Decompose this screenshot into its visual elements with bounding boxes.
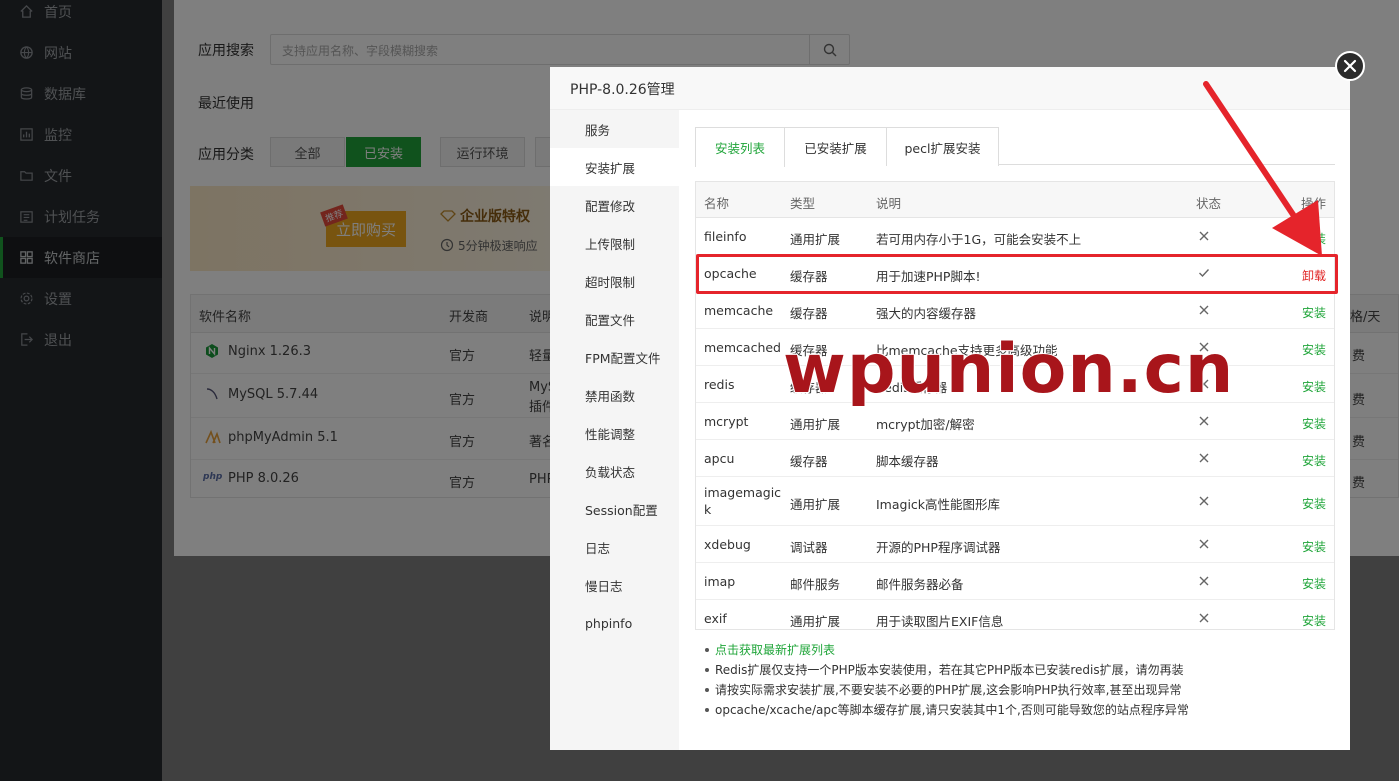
modal-nav: 服务 安装扩展 配置修改 上传限制 超时限制 配置文件 FPM配置文件 禁用函数… (550, 110, 679, 750)
ext-desc: 强大的内容缓存器 (876, 306, 977, 321)
ext-type: 通用扩展 (790, 497, 841, 512)
not-installed-icon (1199, 496, 1209, 506)
ext-desc: Imagick高性能图形库 (876, 497, 1001, 512)
watermark-text: wpunion.cn (782, 329, 1235, 410)
annotation-arrow-icon (1203, 81, 1322, 256)
table-row: xdebug 调试器 开源的PHP程序调试器 安装 (696, 526, 1334, 563)
table-row: imagemagic k 通用扩展 Imagick高性能图形库 安装 (696, 477, 1334, 526)
ext-type: 缓存器 (790, 306, 828, 321)
install-button[interactable]: 安装 (1302, 538, 1326, 555)
nav-item-config-edit[interactable]: 配置修改 (550, 186, 679, 224)
nav-item-service[interactable]: 服务 (550, 110, 679, 148)
nav-item-phpinfo[interactable]: phpinfo (550, 604, 679, 642)
install-button[interactable]: 安装 (1302, 495, 1326, 512)
col-type: 类型 (790, 196, 816, 211)
ext-name: exif (704, 611, 727, 626)
ext-type: 邮件服务 (790, 577, 841, 592)
install-button[interactable]: 安装 (1302, 341, 1326, 358)
ext-desc: 开源的PHP程序调试器 (876, 540, 1001, 555)
nav-item-load-status[interactable]: 负载状态 (550, 452, 679, 490)
install-button[interactable]: 安装 (1302, 304, 1326, 321)
not-installed-icon (1199, 576, 1209, 586)
ext-name-2: k (704, 502, 712, 517)
tab-pecl-install[interactable]: pecl扩展安装 (886, 127, 999, 166)
install-button[interactable]: 安装 (1302, 415, 1326, 432)
ext-type: 缓存器 (790, 454, 828, 469)
ext-name: memcached (704, 340, 781, 355)
ext-name: xdebug (704, 537, 751, 552)
install-button[interactable]: 安装 (1302, 452, 1326, 469)
notes-list: 点击获取最新扩展列表 Redis扩展仅支持一个PHP版本安装使用，若在其它PHP… (705, 640, 1345, 720)
nav-item-disabled-functions[interactable]: 禁用函数 (550, 376, 679, 414)
ext-name: memcache (704, 303, 774, 318)
ext-desc: 邮件服务器必备 (876, 577, 964, 592)
table-row: apcu 缓存器 脚本缓存器 安装 (696, 440, 1334, 477)
nav-item-performance[interactable]: 性能调整 (550, 414, 679, 452)
nav-item-upload-limit[interactable]: 上传限制 (550, 224, 679, 262)
ext-name: mcrypt (704, 414, 749, 429)
ext-name: apcu (704, 451, 735, 466)
nav-item-session-config[interactable]: Session配置 (550, 490, 679, 528)
ext-desc: 脚本缓存器 (876, 454, 939, 469)
nav-item-install-extension[interactable]: 安装扩展 (550, 148, 679, 186)
ext-desc: 若可用内存小于1G，可能会安装不上 (876, 232, 1082, 247)
table-row: memcache 缓存器 强大的内容缓存器 安装 (696, 292, 1334, 329)
not-installed-icon (1199, 539, 1209, 549)
ext-name: redis (704, 377, 735, 392)
table-row: exif 通用扩展 用于读取图片EXIF信息 安装 (696, 600, 1334, 629)
modal-close-button[interactable] (1335, 51, 1365, 81)
nav-item-fpm-config[interactable]: FPM配置文件 (550, 338, 679, 376)
not-installed-icon (1199, 416, 1209, 426)
note-item: Redis扩展仅支持一个PHP版本安装使用，若在其它PHP版本已安装redis扩… (705, 660, 1345, 680)
ext-type: 通用扩展 (790, 417, 841, 432)
ext-name: imap (704, 574, 736, 589)
close-icon (1343, 59, 1357, 73)
col-name: 名称 (704, 196, 730, 211)
nav-item-log[interactable]: 日志 (550, 528, 679, 566)
note-item: 请按实际需求安装扩展,不要安装不必要的PHP扩展,这会影响PHP执行效率,甚至出… (705, 680, 1345, 700)
modal-title: PHP-8.0.26管理 (570, 82, 675, 98)
install-button[interactable]: 安装 (1302, 575, 1326, 592)
ext-name: imagemagic (704, 485, 782, 500)
nav-item-timeout-limit[interactable]: 超时限制 (550, 262, 679, 300)
ext-type: 通用扩展 (790, 614, 841, 629)
ext-desc: mcrypt加密/解密 (876, 417, 975, 432)
refresh-extensions-link[interactable]: 点击获取最新扩展列表 (705, 640, 1345, 660)
nav-item-config-file[interactable]: 配置文件 (550, 300, 679, 338)
not-installed-icon (1199, 453, 1209, 463)
nav-item-slow-log[interactable]: 慢日志 (550, 566, 679, 604)
ext-name: fileinfo (704, 229, 747, 244)
install-button[interactable]: 安装 (1302, 378, 1326, 395)
ext-type: 通用扩展 (790, 232, 841, 247)
note-item: opcache/xcache/apc等脚本缓存扩展,请只安装其中1个,否则可能导… (705, 700, 1345, 720)
install-button[interactable]: 安装 (1302, 612, 1326, 629)
tab-install-list[interactable]: 安装列表 (695, 127, 785, 167)
ext-type: 调试器 (790, 540, 828, 555)
not-installed-icon (1199, 305, 1209, 315)
not-installed-icon (1199, 613, 1209, 623)
table-row: imap 邮件服务 邮件服务器必备 安装 (696, 563, 1334, 600)
ext-desc: 用于读取图片EXIF信息 (876, 614, 1004, 629)
tab-installed-extensions[interactable]: 已安装扩展 (784, 127, 887, 166)
col-description: 说明 (876, 196, 902, 211)
